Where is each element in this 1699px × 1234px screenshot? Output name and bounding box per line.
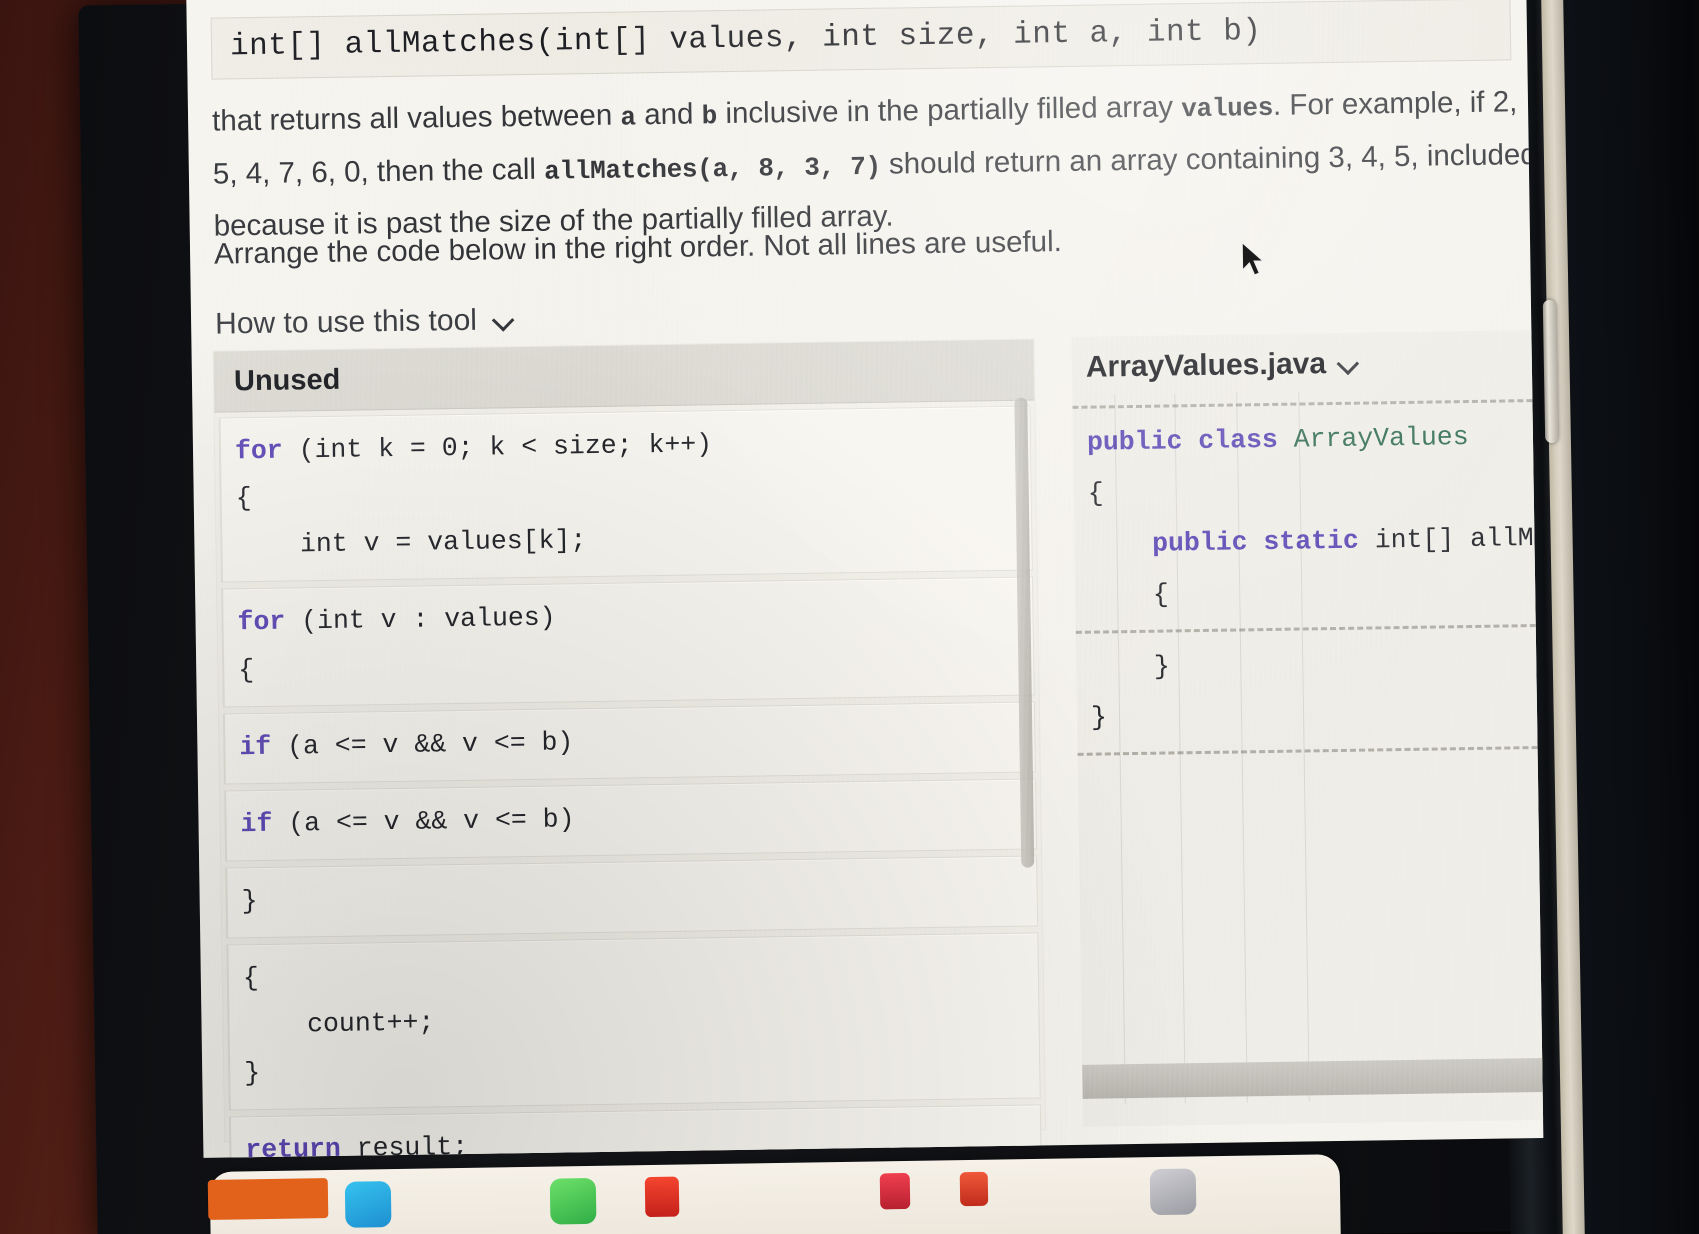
editor-code-line[interactable]: { [1075, 564, 1543, 622]
prose-param-b: b [701, 101, 718, 132]
chevron-down-icon[interactable] [1338, 353, 1360, 375]
method-signature-text: int[] allMatches(int[] values, int size,… [229, 14, 1262, 65]
unused-code-block[interactable]: if (a <= v && v <= b) [222, 701, 1036, 785]
code-line: } [241, 867, 1023, 926]
method-signature-box: int[] allMatches(int[] values, int size,… [210, 0, 1512, 80]
device-bezel-outer [1563, 0, 1699, 1234]
code-text: { [1089, 579, 1169, 611]
prose-segment-6: should return an array containing 3, 4, … [880, 139, 1428, 181]
code-text: count++; [243, 1007, 435, 1041]
unused-blocks-panel: Unused for (int k = 0; k < size; k++) { i… [213, 339, 1046, 1158]
unused-code-block[interactable]: } [225, 855, 1039, 939]
screen-content: int[] allMatches(int[] values, int size,… [186, 0, 1544, 1158]
unused-code-block[interactable]: { count++;} [226, 932, 1041, 1111]
prose-code-values: values [1181, 92, 1274, 125]
code-text: int[] allMat [1374, 522, 1544, 556]
code-text: } [1090, 702, 1108, 734]
editor-filename: ArrayValues.java [1085, 347, 1327, 384]
unused-panel-header: Unused [213, 339, 1035, 413]
prose-segment-4: . For example, if [1272, 85, 1485, 122]
photo-background: int[] allMatches(int[] values, int size,… [0, 0, 1699, 1234]
code-text: { [242, 963, 259, 994]
prose-code-call: allMatches(a, 8, 3, 7) [543, 151, 882, 187]
code-line: if (a <= v && v <= b) [240, 790, 1022, 849]
code-text: { [1087, 478, 1104, 509]
how-to-use-this-tool-toggle[interactable]: How to use this tool [215, 303, 515, 341]
unused-code-block[interactable]: if (a <= v && v <= b) [224, 778, 1038, 862]
dock-icon-4[interactable] [879, 1172, 911, 1210]
unused-block-list[interactable]: for (int k = 0; k < size; k++) { int v = … [215, 405, 1049, 1158]
dock-icon-1[interactable] [344, 1181, 392, 1228]
drop-zone[interactable] [1075, 623, 1536, 634]
dock-icon-3[interactable] [644, 1176, 680, 1218]
editor-code-line[interactable]: public class ArrayValues [1073, 411, 1544, 469]
editor-horizontal-scrollbar[interactable] [1082, 1057, 1544, 1099]
editor-code-line[interactable]: } [1076, 635, 1543, 693]
prose-segment-3: inclusive in the partially filled array [716, 90, 1182, 131]
code-type-name: ArrayValues [1293, 422, 1469, 455]
unused-code-block[interactable]: for (int v : values) { [221, 576, 1035, 708]
code-text: (int k = 0; k < size; k++) [282, 429, 713, 466]
unused-code-block[interactable]: for (int k = 0; k < size; k++) { int v = … [218, 405, 1033, 584]
code-keyword: if [240, 808, 273, 840]
code-keyword: if [239, 731, 272, 763]
code-text: } [1090, 650, 1171, 683]
code-text: (a <= v && v <= b) [271, 727, 574, 762]
drop-zone[interactable] [1072, 399, 1533, 409]
prose-segment-2: and [635, 97, 702, 132]
dock-icon-2[interactable] [549, 1177, 597, 1225]
editor-code-line[interactable]: } [1077, 686, 1544, 744]
code-line: if (a <= v && v <= b) [239, 712, 1021, 771]
code-keyword: public class [1086, 424, 1294, 458]
browser-tab-active[interactable] [207, 1178, 329, 1220]
dock-icon-5[interactable] [959, 1171, 989, 1207]
dock-icon-6[interactable] [1149, 1168, 1197, 1216]
code-text: } [241, 886, 258, 917]
chevron-down-icon[interactable] [493, 309, 515, 331]
editor-file-tab[interactable]: ArrayValues.java [1071, 330, 1542, 397]
editor-code-line[interactable]: { [1073, 462, 1543, 520]
code-text: int v = values[k]; [236, 525, 587, 561]
mouse-cursor-icon [1241, 240, 1266, 277]
how-to-use-label: How to use this tool [214, 303, 478, 341]
code-keyword: for [237, 607, 286, 638]
code-keyword: for [234, 435, 283, 467]
code-text: { [238, 654, 255, 685]
code-text: } [244, 1057, 261, 1088]
code-text: (int v : values) [285, 603, 556, 638]
code-text: (a <= v && v <= b) [272, 804, 575, 839]
code-keyword: public static [1088, 525, 1375, 560]
page-scrollbar-thumb[interactable] [1542, 299, 1559, 444]
code-editor-panel: ArrayValues.java public class ArrayValue… [1071, 329, 1544, 1127]
prose-segment-1: that returns all values between [211, 98, 621, 138]
editor-line-list[interactable]: public class ArrayValues { public static … [1072, 399, 1544, 757]
editor-code-line[interactable]: public static int[] allMat [1074, 513, 1543, 571]
prose-param-a: a [620, 102, 637, 133]
drop-zone[interactable] [1077, 746, 1538, 757]
code-text: { [235, 483, 252, 514]
